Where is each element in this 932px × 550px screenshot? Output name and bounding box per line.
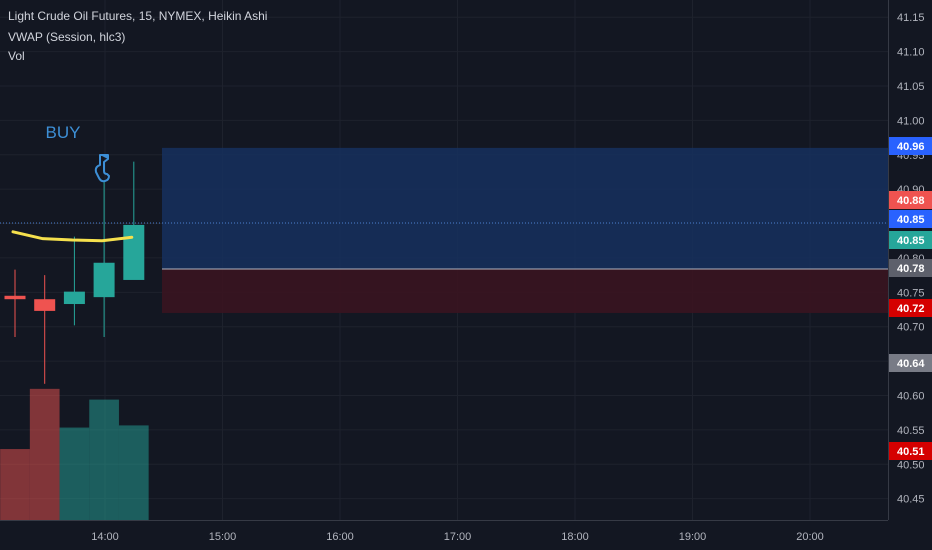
legend-volume[interactable]: Vol	[8, 49, 25, 63]
volume-bar	[59, 427, 90, 520]
buy-label: BUY	[46, 123, 81, 142]
price-badge: 40.96	[889, 137, 932, 155]
price-tick-label: 40.45	[897, 494, 925, 506]
time-tick-label: 19:00	[679, 531, 707, 543]
legend-vwap[interactable]: VWAP (Session, hlc3)	[8, 30, 125, 44]
price-tick-label: 41.15	[897, 12, 925, 24]
price-tick-label: 41.00	[897, 115, 925, 127]
candle-body[interactable]	[123, 224, 145, 280]
price-badge-label: 40.72	[897, 303, 925, 315]
price-badge: 40.51	[889, 442, 932, 460]
candle-body[interactable]	[63, 291, 85, 305]
candle-body[interactable]	[34, 299, 56, 311]
price-tick-label: 41.05	[897, 81, 925, 93]
price-badge: 40.85	[889, 210, 932, 228]
price-tick-label: 41.10	[897, 47, 925, 59]
price-badge-label: 40.85	[897, 235, 925, 247]
volume-bar	[89, 399, 119, 520]
legend-symbol[interactable]: Light Crude Oil Futures, 15, NYMEX, Heik…	[8, 9, 267, 23]
volume-bar	[118, 425, 149, 520]
price-badge-label: 40.88	[897, 195, 925, 207]
price-axis[interactable]: 41.1541.1041.0541.0040.9540.9040.8540.80…	[897, 12, 925, 505]
price-badge-label: 40.85	[897, 214, 925, 226]
price-chart[interactable]: BUY 41.1541.1041.0541.0040.9540.9040.854…	[0, 0, 932, 550]
time-tick-label: 15:00	[209, 531, 237, 543]
price-tick-label: 40.55	[897, 425, 925, 437]
time-tick-label: 16:00	[326, 531, 354, 543]
price-tick-label: 40.50	[897, 459, 925, 471]
volume-bar	[0, 449, 30, 520]
price-badge: 40.78	[889, 259, 932, 277]
price-tick-label: 40.70	[897, 322, 925, 334]
volume-bar	[29, 388, 60, 520]
time-tick-label: 17:00	[444, 531, 472, 543]
profit-zone[interactable]	[162, 147, 888, 269]
time-tick-label: 14:00	[91, 531, 119, 543]
candle-body[interactable]	[93, 262, 115, 298]
price-badge-label: 40.96	[897, 141, 925, 153]
candle-body[interactable]	[4, 295, 26, 300]
price-tick-label: 40.75	[897, 287, 925, 299]
price-badge-label: 40.64	[897, 358, 925, 370]
price-badge: 40.85	[889, 231, 932, 249]
price-tick-label: 40.60	[897, 391, 925, 403]
time-tick-label: 18:00	[561, 531, 589, 543]
price-badge: 40.88	[889, 191, 932, 209]
price-badge-label: 40.78	[897, 263, 925, 275]
time-tick-label: 20:00	[796, 531, 824, 543]
price-badge: 40.64	[889, 354, 932, 372]
price-badge: 40.72	[889, 299, 932, 317]
price-badge-label: 40.51	[897, 446, 925, 458]
stop-loss-zone[interactable]	[162, 268, 888, 313]
position-zones[interactable]	[162, 147, 888, 313]
